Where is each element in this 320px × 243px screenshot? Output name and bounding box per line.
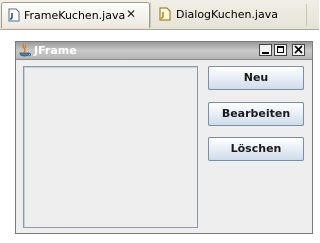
tab-separator	[306, 4, 307, 26]
editor-tab-strip: FrameKuchen.java ✕ DialogKuchen.java	[0, 0, 319, 30]
java-file-icon	[8, 8, 20, 22]
edit-button[interactable]: Bearbeiten	[208, 102, 304, 126]
close-button[interactable]	[292, 44, 305, 56]
window-title: JFrame	[34, 44, 77, 57]
java-file-icon-modified	[159, 7, 171, 21]
maximize-button[interactable]	[274, 44, 287, 56]
java-cup-icon	[19, 43, 31, 57]
minimize-button[interactable]	[259, 44, 272, 56]
new-button[interactable]: Neu	[208, 66, 304, 90]
tab-dialogkuchen[interactable]: DialogKuchen.java	[150, 2, 315, 27]
minimize-icon	[262, 52, 269, 54]
delete-button[interactable]: Löschen	[208, 137, 304, 161]
close-icon	[294, 45, 303, 54]
tab-label: FrameKuchen.java	[24, 9, 126, 22]
window-titlebar[interactable]: JFrame	[16, 42, 312, 60]
list-panel[interactable]	[23, 66, 198, 228]
tab-framekuchen[interactable]: FrameKuchen.java ✕	[1, 2, 150, 28]
tab-label: DialogKuchen.java	[176, 8, 278, 21]
maximize-icon	[277, 46, 284, 53]
jframe-preview: JFrame Neu Bearbeiten Löschen	[15, 41, 313, 234]
close-icon[interactable]: ✕	[125, 8, 137, 21]
